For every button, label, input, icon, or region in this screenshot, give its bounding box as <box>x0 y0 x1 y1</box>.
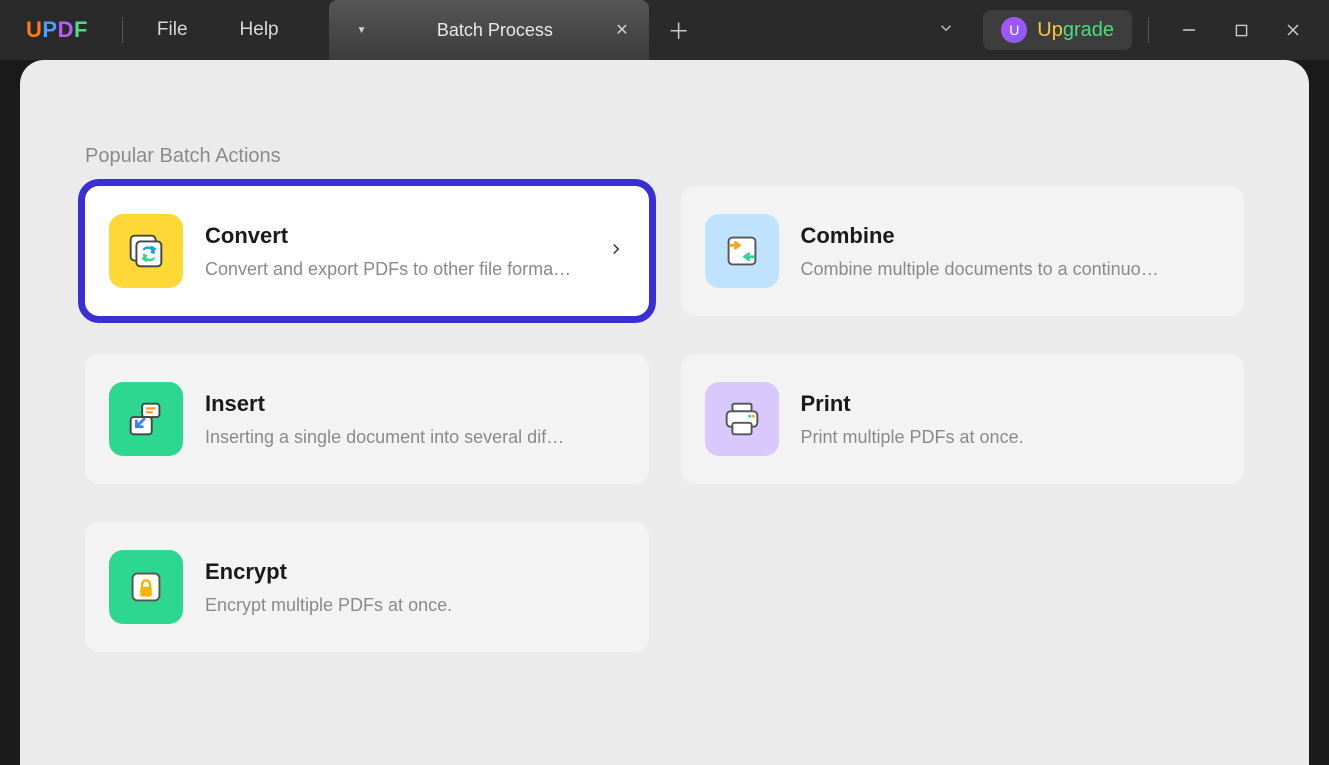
card-title: Encrypt <box>205 559 625 585</box>
minimize-button[interactable] <box>1165 10 1213 50</box>
card-convert[interactable]: Convert Convert and export PDFs to other… <box>85 186 649 316</box>
main-content: Popular Batch Actions Convert Convert an… <box>20 60 1309 765</box>
maximize-button[interactable] <box>1217 10 1265 50</box>
tab-title: Batch Process <box>379 20 612 41</box>
titlebar-right: U Upgrade <box>917 10 1329 50</box>
card-desc: Encrypt multiple PDFs at once. <box>205 595 625 616</box>
avatar: U <box>1001 17 1027 43</box>
new-tab-button[interactable]: ＋ <box>649 0 709 60</box>
action-grid: Convert Convert and export PDFs to other… <box>85 186 1244 652</box>
card-desc: Print multiple PDFs at once. <box>801 427 1221 448</box>
window-controls <box>1165 10 1317 50</box>
close-button[interactable] <box>1269 10 1317 50</box>
chevron-right-icon <box>607 240 625 263</box>
card-title: Convert <box>205 223 585 249</box>
app-logo: UPDF <box>0 17 114 43</box>
encrypt-icon <box>109 550 183 624</box>
chevron-down-icon[interactable] <box>917 11 975 50</box>
close-icon[interactable]: ✕ <box>611 16 632 44</box>
card-combine[interactable]: Combine Combine multiple documents to a … <box>681 186 1245 316</box>
tab-batch-process[interactable]: ▼ Batch Process ✕ <box>329 0 649 60</box>
print-icon <box>705 382 779 456</box>
card-desc: Convert and export PDFs to other file fo… <box>205 259 585 280</box>
upgrade-button[interactable]: U Upgrade <box>983 10 1132 50</box>
divider <box>122 17 123 43</box>
card-title: Print <box>801 391 1221 417</box>
card-print[interactable]: Print Print multiple PDFs at once. <box>681 354 1245 484</box>
tab-dropdown-icon[interactable]: ▼ <box>345 25 379 36</box>
combine-icon <box>705 214 779 288</box>
menu-help[interactable]: Help <box>214 19 305 41</box>
card-title: Combine <box>801 223 1221 249</box>
card-encrypt[interactable]: Encrypt Encrypt multiple PDFs at once. <box>85 522 649 652</box>
card-title: Insert <box>205 391 625 417</box>
upgrade-label: Upgrade <box>1037 19 1114 42</box>
convert-icon <box>109 214 183 288</box>
tab-area: ▼ Batch Process ✕ ＋ <box>329 0 709 60</box>
card-desc: Combine multiple documents to a continuo… <box>801 259 1221 280</box>
titlebar: UPDF File Help ▼ Batch Process ✕ ＋ U Upg… <box>0 0 1329 60</box>
menu-file[interactable]: File <box>131 19 214 41</box>
section-title: Popular Batch Actions <box>85 145 1244 168</box>
card-desc: Inserting a single document into several… <box>205 427 625 448</box>
divider <box>1148 17 1149 43</box>
insert-icon <box>109 382 183 456</box>
card-insert[interactable]: Insert Inserting a single document into … <box>85 354 649 484</box>
